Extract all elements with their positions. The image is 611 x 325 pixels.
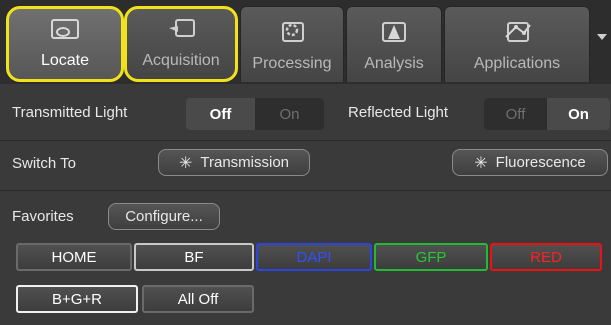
camera-icon bbox=[169, 19, 195, 37]
favorite-label: RED bbox=[530, 248, 562, 266]
gear-icon bbox=[282, 22, 304, 42]
transmitted-on-option[interactable]: On bbox=[255, 98, 324, 130]
favorite-bgr-button[interactable]: B+G+R bbox=[16, 285, 138, 313]
configure-label: Configure... bbox=[125, 208, 203, 225]
tab-applications[interactable]: Applications bbox=[444, 6, 590, 82]
tab-analysis[interactable]: Analysis bbox=[346, 6, 442, 82]
tab-label: Processing bbox=[252, 55, 332, 72]
tab-label: Analysis bbox=[364, 55, 424, 72]
tab-label: Acquisition bbox=[142, 52, 220, 69]
favorite-all-off-button[interactable]: All Off bbox=[142, 285, 254, 313]
microscope-icon bbox=[51, 19, 79, 39]
reflected-on-option[interactable]: On bbox=[547, 98, 610, 130]
reflected-light-toggle[interactable]: Off On bbox=[484, 98, 610, 130]
favorite-label: B+G+R bbox=[51, 290, 103, 308]
transmission-label: Transmission bbox=[200, 154, 290, 171]
tab-label: Locate bbox=[40, 52, 90, 69]
network-icon bbox=[505, 22, 531, 42]
tab-locate[interactable]: Locate bbox=[6, 6, 124, 82]
fluorescence-label: Fluorescence bbox=[495, 154, 586, 171]
transmitted-light-label: Transmitted Light bbox=[12, 104, 128, 121]
configure-button[interactable]: Configure... bbox=[108, 203, 220, 230]
favorite-label: DAPI bbox=[296, 248, 332, 266]
reflected-off-option[interactable]: Off bbox=[484, 98, 547, 130]
asterisk-icon: ✳ bbox=[178, 154, 193, 172]
tab-bar: Locate Acquisition Processing Analysis A… bbox=[0, 0, 611, 84]
locate-panel: Locate Acquisition Processing Analysis A… bbox=[0, 0, 611, 325]
tab-acquisition[interactable]: Acquisition bbox=[124, 6, 238, 82]
favorite-label: BF bbox=[184, 248, 204, 266]
tab-label: Applications bbox=[473, 55, 561, 72]
favorite-label: All Off bbox=[177, 290, 219, 308]
transmitted-off-option[interactable]: Off bbox=[186, 98, 255, 130]
favorite-dapi-button[interactable]: DAPI bbox=[256, 243, 372, 271]
favorite-gfp-button[interactable]: GFP bbox=[374, 243, 488, 271]
favorite-bf-button[interactable]: BF bbox=[134, 243, 254, 271]
favorite-label: GFP bbox=[415, 248, 447, 266]
transmission-button[interactable]: ✳ Transmission bbox=[158, 149, 310, 176]
transmitted-light-toggle[interactable]: Off On bbox=[186, 98, 324, 130]
chevron-down-icon bbox=[597, 34, 607, 40]
reflected-light-label: Reflected Light bbox=[348, 104, 449, 121]
asterisk-icon: ✳ bbox=[474, 154, 488, 172]
favorite-red-button[interactable]: RED bbox=[490, 243, 602, 271]
tab-overflow-button[interactable] bbox=[593, 22, 611, 52]
divider bbox=[0, 140, 611, 141]
switch-to-label: Switch To bbox=[12, 155, 76, 172]
divider bbox=[0, 190, 611, 191]
tab-processing[interactable]: Processing bbox=[240, 6, 344, 82]
favorite-label: HOME bbox=[51, 248, 97, 266]
favorites-label: Favorites bbox=[12, 208, 74, 225]
favorite-home-button[interactable]: HOME bbox=[16, 243, 132, 271]
cone-icon bbox=[382, 22, 406, 42]
fluorescence-button[interactable]: ✳ Fluorescence bbox=[452, 149, 608, 176]
